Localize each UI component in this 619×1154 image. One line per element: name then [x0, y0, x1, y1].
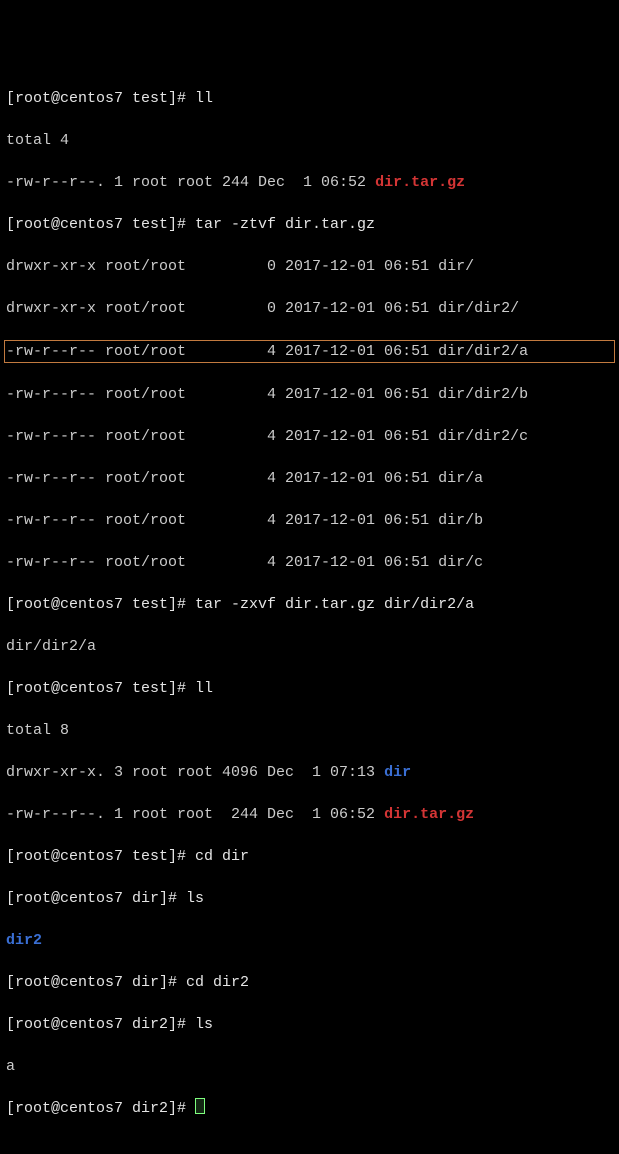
- shell-prompt: [root@centos7 test]#: [6, 216, 195, 233]
- output-text: a: [6, 1058, 15, 1075]
- terminal-line: [root@centos7 dir]# cd dir2: [6, 972, 613, 993]
- highlighted-output-line: -rw-r--r-- root/root 4 2017-12-01 06:51 …: [4, 340, 615, 363]
- shell-prompt: [root@centos7 dir]#: [6, 890, 186, 907]
- cursor-icon[interactable]: [195, 1098, 205, 1114]
- terminal-line: -rw-r--r-- root/root 4 2017-12-01 06:51 …: [6, 552, 613, 573]
- terminal-line: -rw-r--r-- root/root 4 2017-12-01 06:51 …: [6, 510, 613, 531]
- command-text: ls: [195, 1016, 213, 1033]
- shell-prompt: [root@centos7 test]#: [6, 596, 195, 613]
- output-text: total 8: [6, 722, 69, 739]
- terminal-line: dir2: [6, 930, 613, 951]
- command-text: cd dir: [195, 848, 249, 865]
- directory-name: dir: [384, 764, 411, 781]
- shell-prompt: [root@centos7 dir2]#: [6, 1016, 195, 1033]
- terminal-line: [root@centos7 dir]# ls: [6, 888, 613, 909]
- terminal-line[interactable]: [root@centos7 dir2]#: [6, 1098, 613, 1119]
- output-text: -rw-r--r-- root/root 4 2017-12-01 06:51 …: [6, 428, 528, 445]
- output-text: total 4: [6, 132, 69, 149]
- output-text: -rw-r--r-- root/root 4 2017-12-01 06:51 …: [6, 386, 528, 403]
- command-text: cd dir2: [186, 974, 249, 991]
- terminal-line: -rw-r--r--. 1 root root 244 Dec 1 06:52 …: [6, 804, 613, 825]
- terminal-line: total 4: [6, 130, 613, 151]
- output-text: drwxr-xr-x. 3 root root 4096 Dec 1 07:13: [6, 764, 384, 781]
- output-text: -rw-r--r--. 1 root root 244 Dec 1 06:52: [6, 806, 384, 823]
- output-text: -rw-r--r--. 1 root root 244 Dec 1 06:52: [6, 174, 375, 191]
- output-text: -rw-r--r-- root/root 4 2017-12-01 06:51 …: [6, 343, 528, 360]
- terminal-line: [root@centos7 test]# ll: [6, 88, 613, 109]
- terminal-line: a: [6, 1056, 613, 1077]
- output-text: -rw-r--r-- root/root 4 2017-12-01 06:51 …: [6, 554, 483, 571]
- archive-file: dir.tar.gz: [375, 174, 465, 191]
- archive-file: dir.tar.gz: [384, 806, 474, 823]
- command-text: ll: [195, 90, 213, 107]
- terminal-line: drwxr-xr-x root/root 0 2017-12-01 06:51 …: [6, 256, 613, 277]
- command-text: tar -ztvf dir.tar.gz: [195, 216, 375, 233]
- terminal-line: total 8: [6, 720, 613, 741]
- terminal-line: [root@centos7 test]# tar -ztvf dir.tar.g…: [6, 214, 613, 235]
- command-text: ls: [186, 890, 204, 907]
- terminal-line: -rw-r--r-- root/root 4 2017-12-01 06:51 …: [6, 426, 613, 447]
- command-text: ll: [195, 680, 213, 697]
- terminal-line: -rw-r--r-- root/root 4 2017-12-01 06:51 …: [6, 384, 613, 405]
- output-text: drwxr-xr-x root/root 0 2017-12-01 06:51 …: [6, 258, 474, 275]
- terminal-line: -rw-r--r-- root/root 4 2017-12-01 06:51 …: [6, 468, 613, 489]
- terminal-line: [root@centos7 test]# ll: [6, 678, 613, 699]
- terminal-line: [root@centos7 test]# cd dir: [6, 846, 613, 867]
- terminal-line: [root@centos7 test]# tar -zxvf dir.tar.g…: [6, 594, 613, 615]
- output-text: dir/dir2/a: [6, 638, 96, 655]
- terminal-line: drwxr-xr-x root/root 0 2017-12-01 06:51 …: [6, 298, 613, 319]
- command-text: tar -zxvf dir.tar.gz dir/dir2/a: [195, 596, 474, 613]
- terminal-line: [root@centos7 dir2]# ls: [6, 1014, 613, 1035]
- terminal-line: dir/dir2/a: [6, 636, 613, 657]
- shell-prompt: [root@centos7 dir2]#: [6, 1100, 195, 1117]
- shell-prompt: [root@centos7 dir]#: [6, 974, 186, 991]
- shell-prompt: [root@centos7 test]#: [6, 90, 195, 107]
- output-text: drwxr-xr-x root/root 0 2017-12-01 06:51 …: [6, 300, 519, 317]
- shell-prompt: [root@centos7 test]#: [6, 848, 195, 865]
- shell-prompt: [root@centos7 test]#: [6, 680, 195, 697]
- terminal-line: drwxr-xr-x. 3 root root 4096 Dec 1 07:13…: [6, 762, 613, 783]
- directory-name: dir2: [6, 932, 42, 949]
- output-text: -rw-r--r-- root/root 4 2017-12-01 06:51 …: [6, 512, 483, 529]
- output-text: -rw-r--r-- root/root 4 2017-12-01 06:51 …: [6, 470, 483, 487]
- terminal-line: -rw-r--r--. 1 root root 244 Dec 1 06:52 …: [6, 172, 613, 193]
